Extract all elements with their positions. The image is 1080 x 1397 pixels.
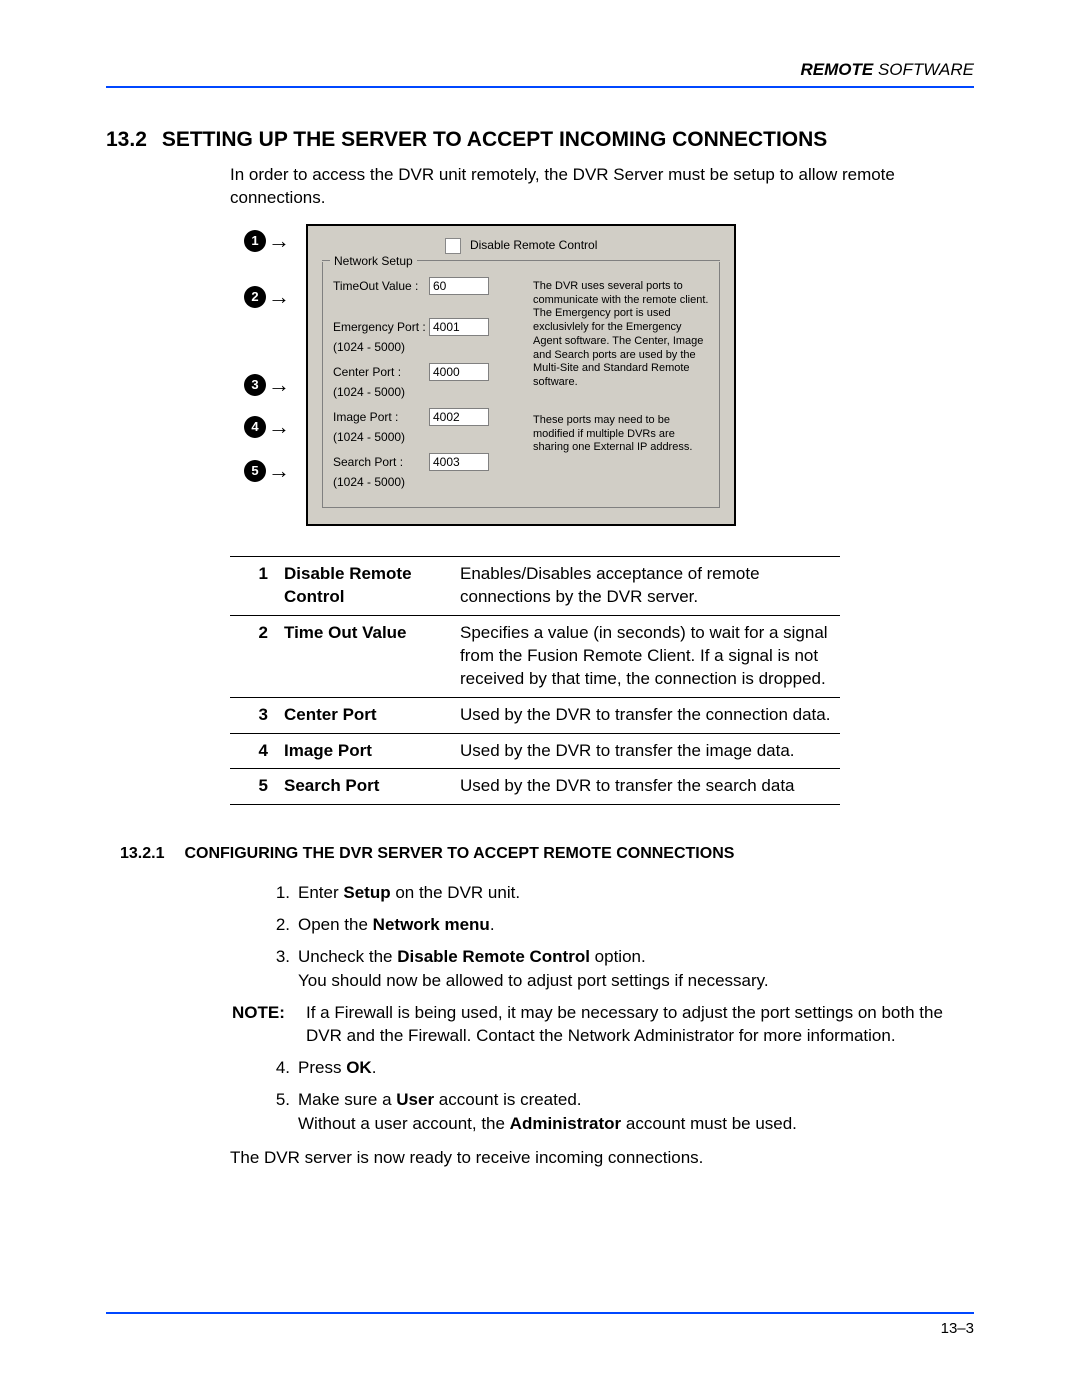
subsection-heading: 13.2.1 CONFIGURING THE DVR SERVER TO ACC… [120,845,974,863]
section-title: SETTING UP THE SERVER TO ACCEPT INCOMING… [162,128,827,151]
page-footer: 13–3 [106,1312,974,1337]
final-text: The DVR server is now ready to receive i… [230,1148,974,1168]
row-name: Image Port [276,733,452,769]
footer-page-number: 13–3 [106,1314,974,1337]
callout-4: 4 → [244,414,290,440]
image-port-input[interactable]: 4002 [429,408,489,426]
step-text: Uncheck the Disable Remote Control optio… [298,945,974,993]
emergency-port-label: Emergency Port : [333,320,429,334]
network-setup-groupbox: Network Setup TimeOut Value : 60 Emergen… [322,262,720,508]
step-text: Open the Network menu. [298,913,974,937]
search-port-range: (1024 - 5000) [333,475,533,489]
arrow-icon: → [268,228,290,254]
row-num: 3 [230,697,276,733]
header-rule [106,86,974,88]
image-port-label: Image Port : [333,410,429,424]
row-name: Center Port [276,697,452,733]
row-name: Search Port [276,769,452,805]
step-number: 3. [262,945,298,993]
panel-info-2: These ports may need to be modified if m… [533,414,709,455]
table-row: 2 Time Out Value Specifies a value (in s… [230,615,840,697]
screenshot-wrap: 1 → 2 → 3 → 4 → 5 → Disable Remote Contr… [306,224,974,526]
description-table: 1 Disable Remote Control Enables/Disable… [230,556,840,806]
callout-badge-5: 5 [244,460,266,482]
disable-remote-row: Disable Remote Control [322,238,720,254]
table-row: 3 Center Port Used by the DVR to transfe… [230,697,840,733]
network-setup-panel: Disable Remote Control Network Setup Tim… [306,224,736,526]
row-text: Used by the DVR to transfer the image da… [452,733,840,769]
table-row: 5 Search Port Used by the DVR to transfe… [230,769,840,805]
search-port-input[interactable]: 4003 [429,453,489,471]
header-rest: SOFTWARE [873,60,974,79]
subsection-number: 13.2.1 [120,845,180,863]
callout-badge-2: 2 [244,286,266,308]
steps-list: 1. Enter Setup on the DVR unit. 2. Open … [262,881,974,1135]
arrow-icon: → [268,458,290,484]
row-num: 5 [230,769,276,805]
center-port-range: (1024 - 5000) [333,385,533,399]
step-number: 5. [262,1088,298,1136]
note-text: If a Firewall is being used, it may be n… [306,1001,974,1049]
note-label: NOTE: [232,1001,306,1049]
callout-badge-1: 1 [244,230,266,252]
image-port-range: (1024 - 5000) [333,430,533,444]
step-number: 2. [262,913,298,937]
step-text: Enter Setup on the DVR unit. [298,881,974,905]
disable-remote-checkbox[interactable] [445,238,461,254]
intro-text: In order to access the DVR unit remotely… [230,164,974,210]
row-text: Used by the DVR to transfer the connecti… [452,697,840,733]
row-text: Used by the DVR to transfer the search d… [452,769,840,805]
section-heading: 13.2 SETTING UP THE SERVER TO ACCEPT INC… [106,128,974,152]
center-port-input[interactable]: 4000 [429,363,489,381]
step-number: 1. [262,881,298,905]
emergency-port-input[interactable]: 4001 [429,318,489,336]
callout-5: 5 → [244,458,290,484]
row-num: 1 [230,556,276,615]
header-bold: REMOTE [801,60,874,79]
arrow-icon: → [268,414,290,440]
step-text: Make sure a User account is created. Wit… [298,1088,974,1136]
disable-remote-label: Disable Remote Control [470,238,597,252]
timeout-label: TimeOut Value : [333,279,429,293]
search-port-label: Search Port : [333,455,429,469]
table-row: 4 Image Port Used by the DVR to transfer… [230,733,840,769]
callout-3: 3 → [244,372,290,398]
callout-badge-3: 3 [244,374,266,396]
timeout-input[interactable]: 60 [429,277,489,295]
subsection-title: CONFIGURING THE DVR SERVER TO ACCEPT REM… [184,845,734,862]
groupbox-title: Network Setup [334,254,413,268]
row-text: Enables/Disables acceptance of remote co… [452,556,840,615]
callout-1: 1 → [244,228,290,254]
table-row: 1 Disable Remote Control Enables/Disable… [230,556,840,615]
step-text: Press OK. [298,1056,974,1080]
row-name: Disable Remote Control [276,556,452,615]
row-text: Specifies a value (in seconds) to wait f… [452,615,840,697]
page-header: REMOTE SOFTWARE [106,60,974,84]
row-num: 4 [230,733,276,769]
panel-info-1: The DVR uses several ports to communicat… [533,280,709,390]
step-number: 4. [262,1056,298,1080]
arrow-icon: → [268,284,290,310]
section-number: 13.2 [106,128,156,152]
arrow-icon: → [268,372,290,398]
center-port-label: Center Port : [333,365,429,379]
callout-2: 2 → [244,284,290,310]
note-row: NOTE: If a Firewall is being used, it ma… [232,1001,974,1049]
row-name: Time Out Value [276,615,452,697]
row-num: 2 [230,615,276,697]
emergency-port-range: (1024 - 5000) [333,340,533,354]
callout-badge-4: 4 [244,416,266,438]
